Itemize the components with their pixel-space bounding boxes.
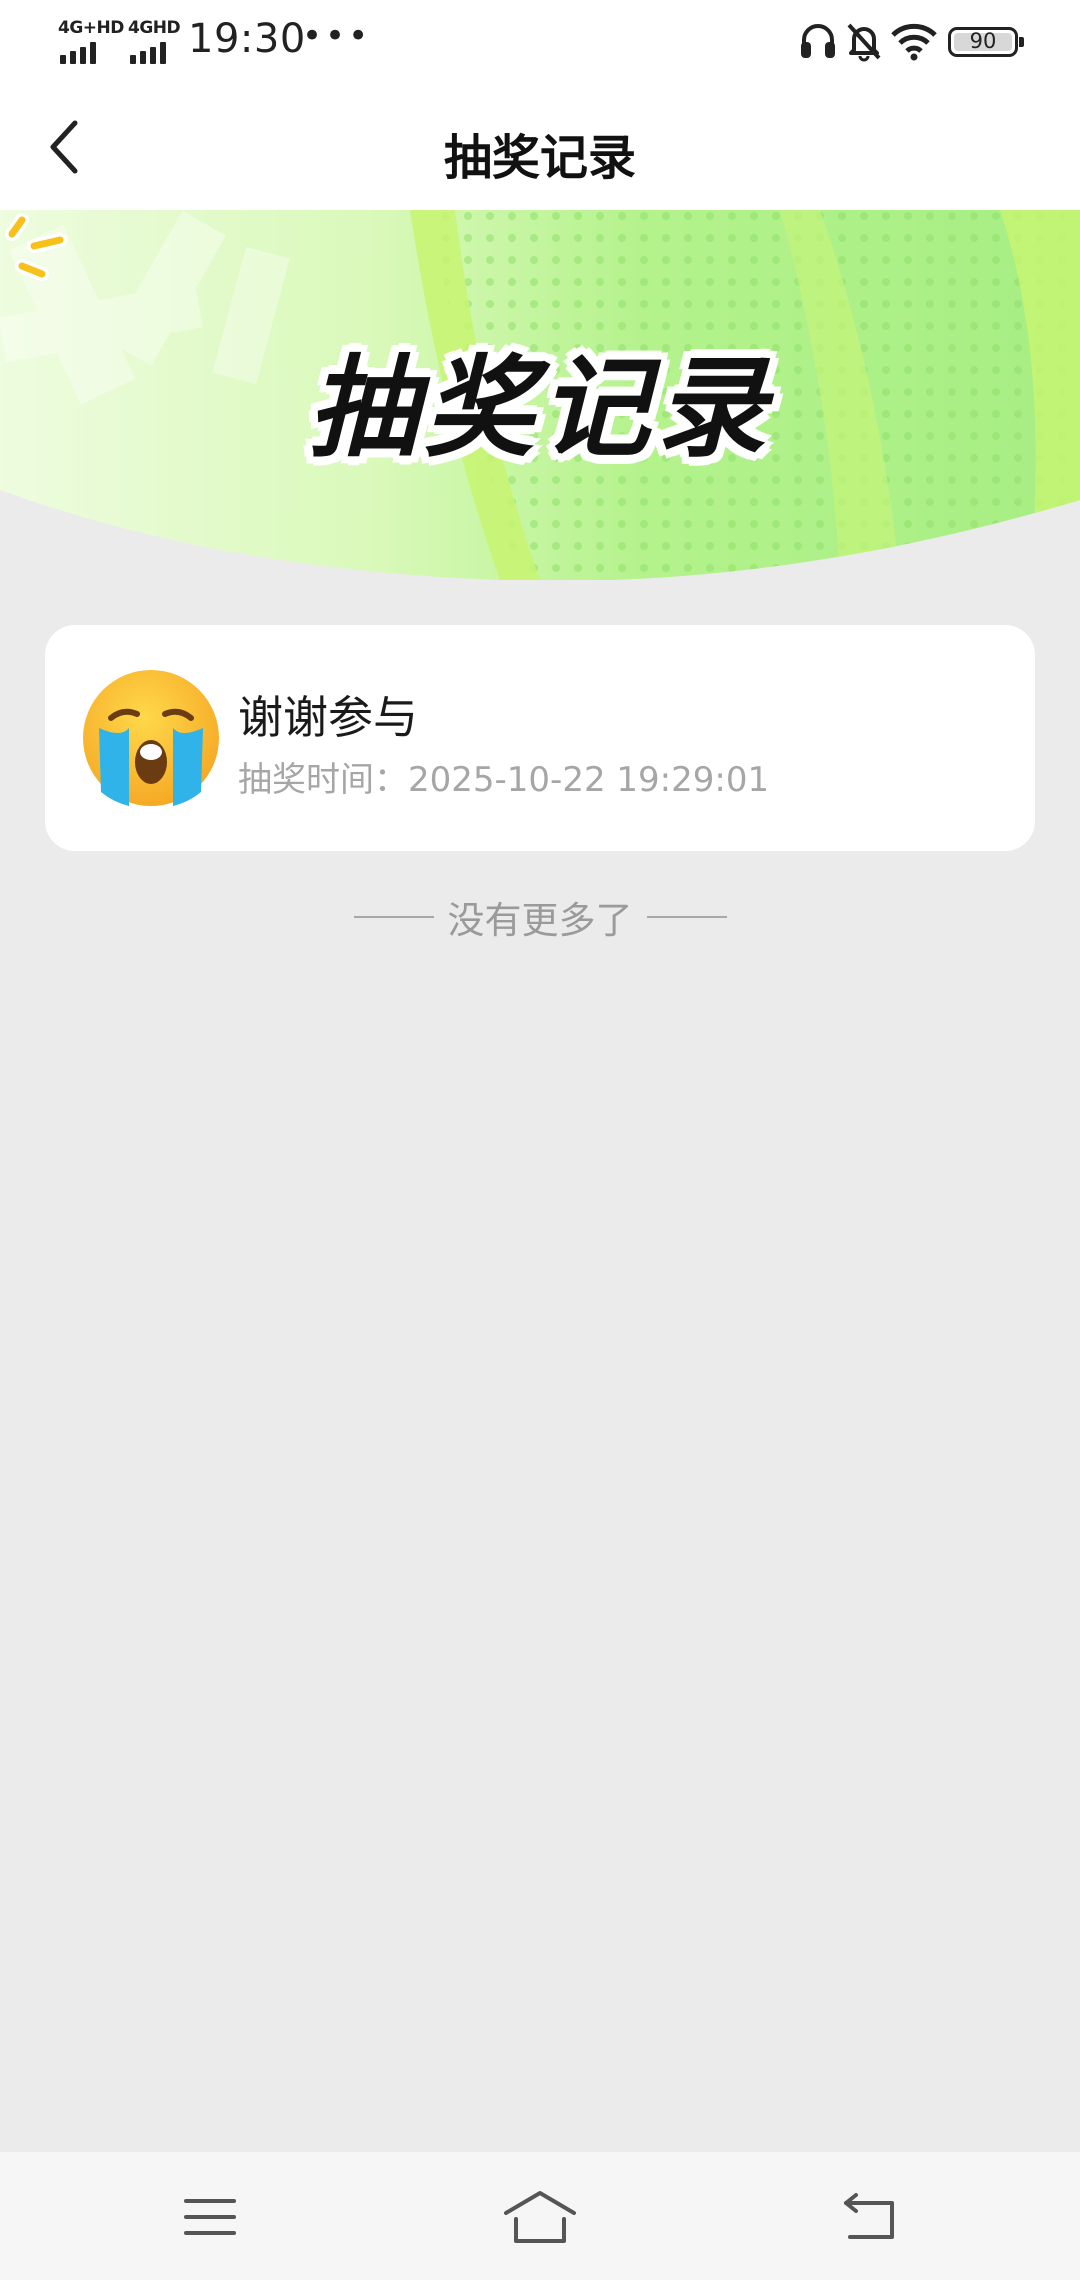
prize-name: 谢谢参与 <box>238 691 419 744</box>
list-end-marker: 没有更多了 <box>0 890 1080 944</box>
record-card[interactable]: 谢谢参与 抽奖时间：2025-10-22 19:29:01 <box>45 625 1035 851</box>
network-type-label: 4GHD <box>128 18 181 38</box>
draw-time-value: 2025-10-22 19:29:01 <box>408 760 770 800</box>
status-bar: 4G+HD 4GHD 19:30 ••• 90 <box>0 0 1080 84</box>
home-button[interactable] <box>500 2184 580 2250</box>
header-banner: 抽奖记录 <box>0 210 1080 580</box>
battery-level: 90 <box>969 29 997 53</box>
network-type-label: 4G+HD <box>58 18 124 38</box>
crying-face-emoji <box>83 670 219 806</box>
draw-time: 抽奖时间：2025-10-22 19:29:01 <box>238 752 769 801</box>
back-icon <box>844 2193 894 2239</box>
wifi-icon <box>891 23 937 61</box>
divider-left <box>353 916 434 918</box>
battery-icon: 90 <box>948 27 1024 57</box>
page-title: 抽奖记录 <box>443 130 636 186</box>
signal-bars-icon <box>130 42 176 64</box>
top-nav-bar: 抽奖记录 <box>0 84 1080 210</box>
signal-bars-icon <box>60 42 106 64</box>
bell-off-icon <box>847 23 881 62</box>
banner-title: 抽奖记录 <box>308 344 772 472</box>
app-root: 4G+HD 4GHD 19:30 ••• 90 抽奖记录 抽奖记录 谢谢参与 抽… <box>0 0 1080 2280</box>
system-back-button[interactable] <box>830 2184 910 2250</box>
menu-button[interactable] <box>170 2184 250 2250</box>
more-notifications-icon: ••• <box>302 16 372 56</box>
status-time: 19:30 <box>188 16 306 62</box>
home-icon <box>504 2191 576 2243</box>
sparkle-icon <box>5 213 67 281</box>
headset-icon <box>801 24 835 58</box>
menu-icon <box>184 2199 236 2235</box>
list-end-text: 没有更多了 <box>447 899 633 942</box>
system-nav-bar <box>0 2152 1080 2280</box>
draw-time-label: 抽奖时间： <box>238 760 408 800</box>
divider-right <box>646 916 727 918</box>
